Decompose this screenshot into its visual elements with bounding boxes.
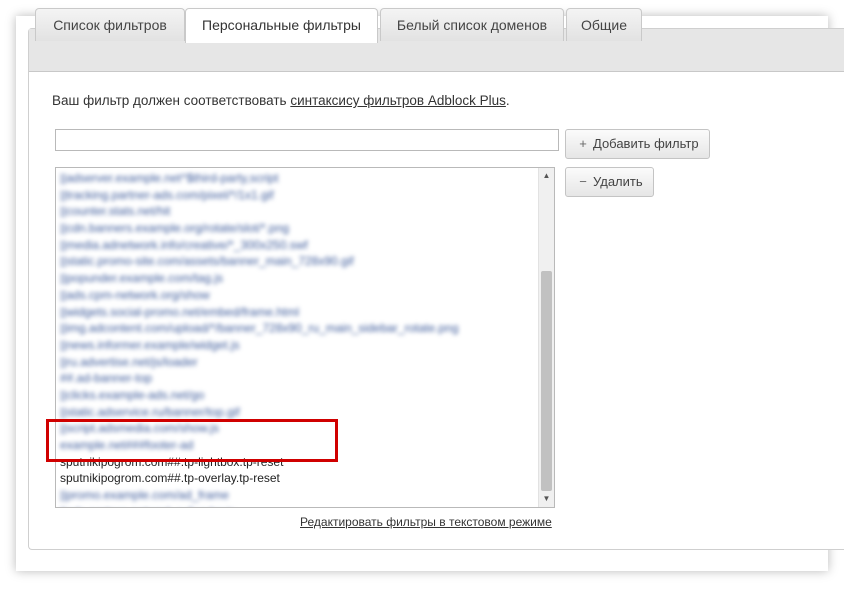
tab-personal-filters[interactable]: Персональные фильтры [185, 8, 378, 43]
remove-filter-button[interactable]: − Удалить [565, 167, 654, 197]
filter-row[interactable]: ||ru.advertise.net/js/loader [60, 354, 536, 371]
filter-row[interactable]: ||static.promo-site.com/assets/banner_ma… [60, 253, 536, 270]
filter-row[interactable]: ||widgets.social-promo.net/embed/frame.h… [60, 304, 536, 321]
filter-row[interactable]: ||img.adcontent.com/upload/*/banner_728x… [60, 320, 536, 337]
add-filter-button[interactable]: + Добавить фильтр [565, 129, 710, 159]
syntax-help-link[interactable]: синтаксису фильтров Adblock Plus [290, 93, 506, 108]
scroll-down-icon[interactable]: ▼ [539, 491, 554, 507]
list-scrollbar[interactable]: ▲ ▼ [538, 168, 554, 507]
scroll-up-icon[interactable]: ▲ [539, 168, 554, 184]
filter-row[interactable]: ||clicks.example-ads.net/go [60, 387, 536, 404]
scrollbar-thumb[interactable] [541, 271, 552, 491]
tab-domain-whitelist[interactable]: Белый список доменов [380, 8, 564, 41]
filter-row[interactable]: ||static.adservice.ru/banner/top.gif [60, 404, 536, 421]
syntax-description: Ваш фильтр должен соответствовать синтак… [52, 93, 510, 108]
filter-row[interactable]: ||cdn.banners.example.org/rotate/slot/*.… [60, 220, 536, 237]
minus-icon: − [579, 174, 587, 189]
edit-as-text-link[interactable]: Редактировать фильтры в текстовом режиме [300, 515, 552, 529]
filter-rows: ||adserver.example.net^$third-party,scri… [60, 170, 536, 507]
filter-row[interactable]: ||media.adnetwork.info/creative/*_300x25… [60, 237, 536, 254]
plus-icon: + [579, 136, 587, 151]
filter-row[interactable]: ##.ad-banner-top [60, 370, 536, 387]
filter-row[interactable]: ||promo.example.com/ad_frame [60, 487, 536, 504]
remove-filter-label: Удалить [593, 174, 643, 189]
description-prefix: Ваш фильтр должен соответствовать [52, 93, 291, 108]
tab-filter-lists[interactable]: Список фильтров [35, 8, 185, 41]
filter-row[interactable]: ||ads.partner-network.ru/loader.js [60, 504, 536, 507]
custom-filters-list[interactable]: ||adserver.example.net^$third-party,scri… [55, 167, 555, 508]
filter-row[interactable]: ||tracking.partner-ads.com/pixel/*/1x1.g… [60, 187, 536, 204]
filter-row[interactable]: example.net###footer-ad [60, 437, 536, 454]
filter-row[interactable]: ||ads.cpm-network.org/show [60, 287, 536, 304]
filter-row[interactable]: ||popunder.example.com/tag.js [60, 270, 536, 287]
filter-row[interactable]: ||adserver.example.net^$third-party,scri… [60, 170, 536, 187]
new-filter-input[interactable] [55, 129, 559, 151]
description-suffix: . [505, 93, 510, 108]
tab-general[interactable]: Общие [566, 8, 642, 41]
filter-row[interactable]: sputnikipogrom.com##.tp-overlay.tp-reset [60, 470, 536, 487]
add-filter-label: Добавить фильтр [593, 136, 699, 151]
filter-row[interactable]: ||news.informer.example/widget.js [60, 337, 536, 354]
filter-row[interactable]: sputnikipogrom.com##.tp-lightbox.tp-rese… [60, 454, 536, 471]
filter-row[interactable]: ||script.adsmedia.com/show.js [60, 420, 536, 437]
filter-row[interactable]: ||counter.stats.net/hit [60, 203, 536, 220]
